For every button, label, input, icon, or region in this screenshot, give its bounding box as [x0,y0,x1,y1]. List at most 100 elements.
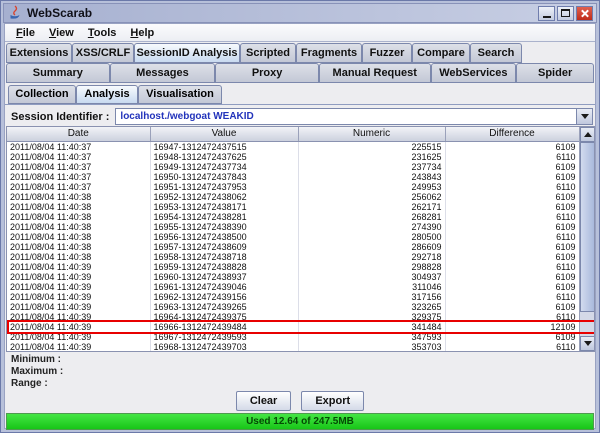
tab-analysis[interactable]: Analysis [76,85,138,104]
minimize-icon [543,16,551,18]
table-row[interactable]: 2011/08/04 11:40:3916962-131247243915631… [7,292,579,302]
table-row[interactable]: 2011/08/04 11:40:3816952-131247243806225… [7,192,579,202]
table-cell: 249953 [298,182,445,192]
menu-bar: File View Tools Help [5,24,595,42]
table-row[interactable]: 2011/08/04 11:40:3816954-131247243828126… [7,212,579,222]
table-row[interactable]: 2011/08/04 11:40:3816956-131247243850028… [7,232,579,242]
tab-manual-request[interactable]: Manual Request [319,63,431,83]
table-cell: 323265 [298,302,445,312]
table-row[interactable]: 2011/08/04 11:40:3716950-131247243784324… [7,172,579,182]
combo-dropdown-button[interactable] [576,109,592,124]
window-title: WebScarab [27,6,536,20]
scroll-up-button[interactable] [580,127,595,142]
tab-sessionid-analysis[interactable]: SessionID Analysis [134,43,240,63]
table-cell: 2011/08/04 11:40:37 [7,152,150,162]
table-cell: 353703 [298,342,445,352]
column-header-numeric[interactable]: Numeric [298,127,445,141]
export-button[interactable]: Export [301,391,364,411]
table-row[interactable]: 2011/08/04 11:40:3716949-131247243773423… [7,162,579,172]
table-row[interactable]: 2011/08/04 11:40:3916960-131247243893730… [7,272,579,282]
tab-fuzzer[interactable]: Fuzzer [362,43,412,63]
column-header-difference[interactable]: Difference [445,127,579,141]
scrollbar-thumb[interactable] [580,142,595,312]
table-cell: 16963-1312472439265 [150,302,298,312]
table-row[interactable]: 2011/08/04 11:40:3916959-131247243882829… [7,262,579,272]
vertical-scrollbar[interactable] [579,127,594,351]
scroll-down-button[interactable] [580,336,595,351]
table-row[interactable]: 2011/08/04 11:40:3716948-131247243762523… [7,152,579,162]
close-icon [580,9,589,18]
tab-scripted[interactable]: Scripted [240,43,296,63]
table-cell: 286609 [298,242,445,252]
minimize-button[interactable] [538,6,555,21]
table-cell: 256062 [298,192,445,202]
tab-compare[interactable]: Compare [412,43,470,63]
table-cell: 16961-1312472439046 [150,282,298,292]
tab-messages[interactable]: Messages [110,63,216,83]
table-cell: 6109 [445,272,579,282]
table-row[interactable]: 2011/08/04 11:40:3916966-131247243948434… [7,322,579,332]
table-row[interactable]: 2011/08/04 11:40:3916967-131247243959334… [7,332,579,342]
table-row[interactable]: 2011/08/04 11:40:3716947-131247243751522… [7,141,579,152]
menu-view[interactable]: View [42,26,81,40]
tab-webservices[interactable]: WebServices [431,63,517,83]
tab-summary[interactable]: Summary [6,63,110,83]
table-cell: 2011/08/04 11:40:37 [7,172,150,182]
title-bar[interactable]: WebScarab [3,3,597,23]
java-app-icon [7,5,23,21]
tab-proxy[interactable]: Proxy [215,63,319,83]
sub-tab-row: Collection Analysis Visualisation [8,85,222,104]
tab-spider[interactable]: Spider [516,63,594,83]
triangle-up-icon [584,132,592,137]
session-identifier-label: Session Identifier : [11,111,109,123]
table-row[interactable]: 2011/08/04 11:40:3916964-131247243937532… [7,312,579,322]
session-identifier-combobox[interactable]: localhost./webgoat WEAKID [115,108,593,125]
action-button-row: Clear Export [1,391,599,411]
table-cell: 6109 [445,172,579,182]
table-row[interactable]: 2011/08/04 11:40:3916968-131247243970335… [7,342,579,352]
tab-extensions[interactable]: Extensions [6,43,72,63]
table-cell: 2011/08/04 11:40:38 [7,212,150,222]
table-cell: 2011/08/04 11:40:38 [7,232,150,242]
menu-tools[interactable]: Tools [81,26,124,40]
table-row[interactable]: 2011/08/04 11:40:3916963-131247243926532… [7,302,579,312]
table-row[interactable]: 2011/08/04 11:40:3916961-131247243904631… [7,282,579,292]
menu-file[interactable]: File [9,26,42,40]
tab-collection[interactable]: Collection [8,85,76,104]
table-cell: 2011/08/04 11:40:37 [7,162,150,172]
table-cell: 6110 [445,292,579,302]
table-cell: 16958-1312472438718 [150,252,298,262]
table-row[interactable]: 2011/08/04 11:40:3716951-131247243795324… [7,182,579,192]
table-cell: 2011/08/04 11:40:38 [7,242,150,252]
table-row[interactable]: 2011/08/04 11:40:3816953-131247243817126… [7,202,579,212]
table-cell: 6110 [445,152,579,162]
table-cell: 2011/08/04 11:40:37 [7,182,150,192]
column-header-value[interactable]: Value [150,127,298,141]
maximize-button[interactable] [557,6,574,21]
table-row[interactable]: 2011/08/04 11:40:3816958-131247243871829… [7,252,579,262]
table-cell: 6109 [445,332,579,342]
table-cell: 16949-1312472437734 [150,162,298,172]
table-cell: 329375 [298,312,445,322]
table-cell: 16954-1312472438281 [150,212,298,222]
close-button[interactable] [576,6,593,21]
column-header-date[interactable]: Date [7,127,150,141]
tab-search[interactable]: Search [470,43,522,63]
table-cell: 16967-1312472439593 [150,332,298,342]
table-row[interactable]: 2011/08/04 11:40:3816957-131247243860928… [7,242,579,252]
table-cell: 16950-1312472437843 [150,172,298,182]
table-cell: 16957-1312472438609 [150,242,298,252]
table-cell: 2011/08/04 11:40:39 [7,302,150,312]
clear-button[interactable]: Clear [236,391,292,411]
tab-visualisation[interactable]: Visualisation [138,85,222,104]
table-cell: 6110 [445,262,579,272]
session-table-body: 2011/08/04 11:40:3716947-131247243751522… [7,141,579,352]
table-row[interactable]: 2011/08/04 11:40:3816955-131247243839027… [7,222,579,232]
menu-help[interactable]: Help [123,26,161,40]
table-cell: 6109 [445,302,579,312]
tab-fragments[interactable]: Fragments [296,43,362,63]
session-table: Date Value Numeric Difference 2011/08/04… [7,127,580,352]
table-cell: 6109 [445,252,579,262]
table-cell: 6109 [445,162,579,172]
tab-xss-crlf[interactable]: XSS/CRLF [72,43,134,63]
